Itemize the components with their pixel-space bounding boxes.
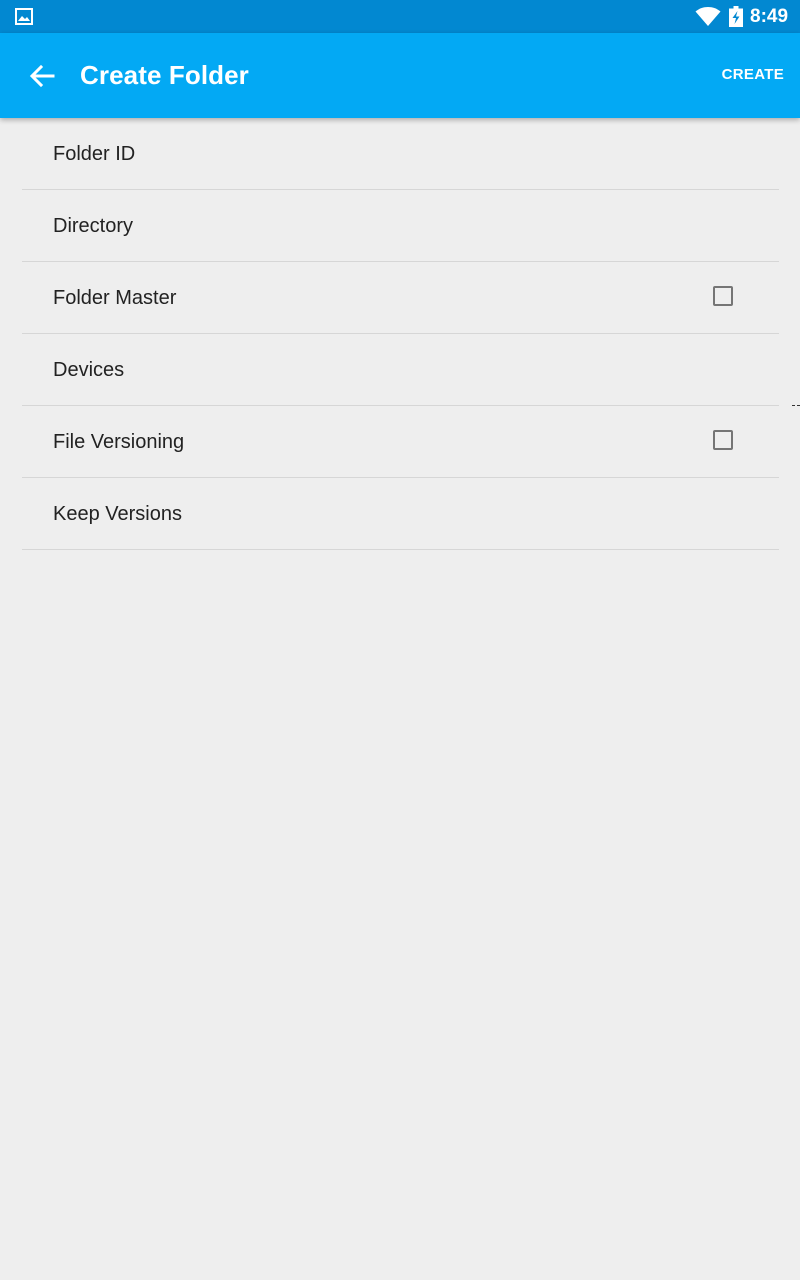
status-time: 8:49 — [750, 6, 789, 27]
setting-label: Keep Versions — [53, 503, 182, 525]
app-bar: Create Folder CREATE — [0, 33, 800, 118]
arrow-left-icon[interactable] — [28, 62, 56, 90]
setting-label: Folder ID — [53, 143, 136, 165]
setting-label: Directory — [53, 215, 134, 237]
file-versioning-checkbox[interactable] — [713, 430, 733, 450]
status-bar: 8:49 — [0, 0, 800, 33]
setting-devices[interactable]: Devices — [22, 334, 779, 406]
wifi-icon — [695, 7, 721, 26]
setting-label: Devices — [53, 359, 125, 381]
settings-list: Folder ID Directory Folder Master Device… — [22, 118, 779, 550]
battery-charging-icon — [729, 6, 743, 27]
folder-master-checkbox[interactable] — [713, 286, 733, 306]
setting-directory[interactable]: Directory — [22, 190, 779, 262]
setting-folder-id[interactable]: Folder ID — [22, 118, 779, 190]
create-button[interactable]: CREATE — [722, 65, 784, 85]
setting-label: Folder Master — [53, 287, 177, 309]
setting-folder-master[interactable]: Folder Master — [22, 262, 779, 334]
edge-marker — [792, 405, 800, 406]
page-title: Create Folder — [80, 60, 249, 90]
setting-label: File Versioning — [53, 431, 185, 453]
setting-file-versioning[interactable]: File Versioning — [22, 406, 779, 478]
setting-keep-versions[interactable]: Keep Versions — [22, 478, 779, 550]
gallery-icon — [15, 8, 33, 25]
